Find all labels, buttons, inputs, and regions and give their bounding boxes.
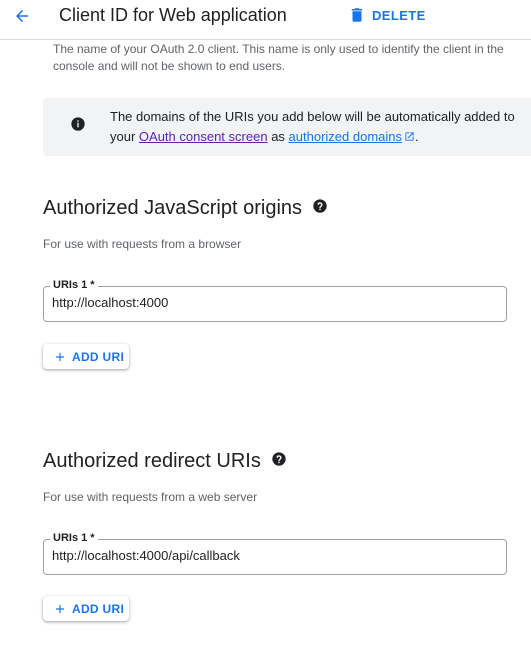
- oauth-consent-screen-link[interactable]: OAuth consent screen: [139, 129, 268, 144]
- redirect-uris-heading: Authorized redirect URIs: [43, 450, 287, 473]
- delete-button[interactable]: DELETE: [348, 4, 426, 26]
- add-uri-label: ADD URI: [72, 349, 125, 364]
- redirect-uri-input[interactable]: [52, 548, 492, 563]
- js-origins-title: Authorized JavaScript origins: [43, 197, 303, 219]
- js-origin-uri-label: URIs 1 *: [50, 279, 98, 291]
- redirect-uris-subtitle: For use with requests from a web server: [43, 490, 258, 504]
- info-text-end: .: [415, 129, 419, 144]
- add-js-origin-uri-button[interactable]: ADD URI: [43, 344, 129, 369]
- add-redirect-uri-button[interactable]: ADD URI: [43, 596, 129, 621]
- redirect-uris-title: Authorized redirect URIs: [43, 450, 261, 472]
- plus-icon: [53, 602, 67, 616]
- delete-label: DELETE: [372, 7, 426, 23]
- info-text-middle: as: [271, 129, 285, 144]
- name-description: The name of your OAuth 2.0 client. This …: [53, 42, 504, 73]
- page-header: Client ID for Web application DELETE: [0, 0, 531, 40]
- trash-icon: [348, 4, 366, 26]
- info-icon: [70, 116, 86, 132]
- js-origins-subtitle: For use with requests from a browser: [43, 237, 242, 251]
- add-uri-label: ADD URI: [72, 601, 125, 616]
- page-title: Client ID for Web application: [59, 5, 287, 25]
- arrow-back-icon[interactable]: [10, 4, 34, 28]
- help-icon[interactable]: [271, 450, 287, 473]
- info-text: The domains of the URIs you add below wi…: [110, 107, 530, 148]
- js-origins-heading: Authorized JavaScript origins: [43, 197, 328, 220]
- plus-icon: [53, 350, 67, 364]
- authorized-domains-link[interactable]: authorized domains: [289, 129, 415, 144]
- external-link-icon: [404, 128, 415, 148]
- redirect-uri-label: URIs 1 *: [50, 532, 98, 544]
- authorized-domains-label: authorized domains: [288, 129, 403, 144]
- help-icon[interactable]: [312, 197, 328, 220]
- info-banner: The domains of the URIs you add below wi…: [43, 98, 531, 156]
- js-origin-uri-field[interactable]: URIs 1 *: [43, 279, 507, 322]
- js-origin-uri-input[interactable]: [52, 295, 492, 310]
- redirect-uri-field[interactable]: URIs 1 *: [43, 532, 507, 575]
